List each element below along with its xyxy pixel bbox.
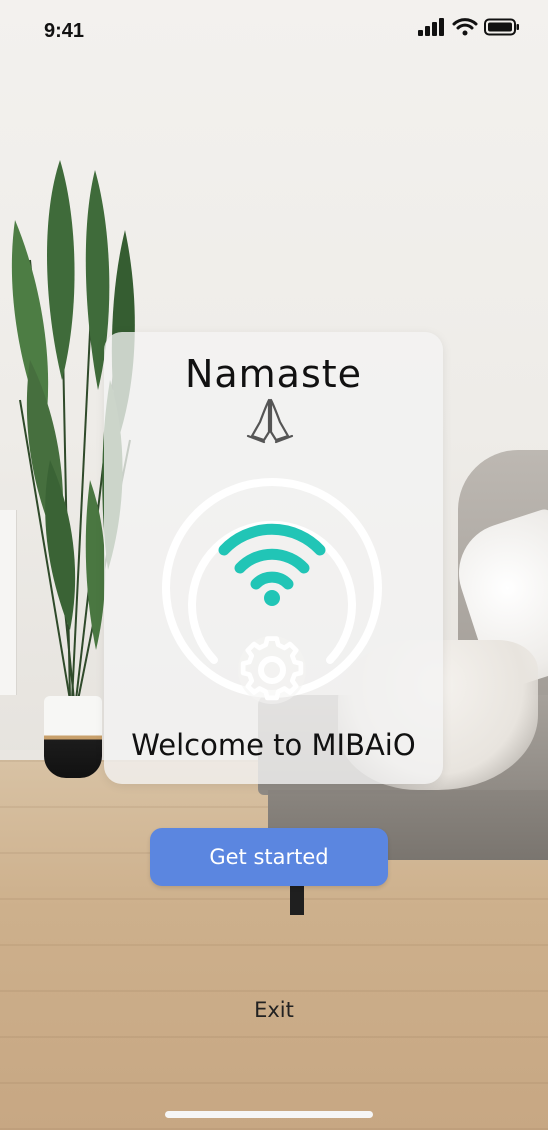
welcome-text: Welcome to MIBAiO — [131, 728, 416, 762]
status-time: 9:41 — [44, 20, 85, 42]
status-bar: 9:41 — [0, 0, 548, 62]
greeting-title: Namaste — [184, 352, 363, 396]
cellular-signal-icon — [418, 18, 444, 36]
praying-hands-icon — [246, 398, 294, 444]
wifi-icon — [218, 523, 326, 606]
plant-pot — [44, 696, 102, 778]
wifi-icon — [452, 18, 478, 36]
battery-icon — [484, 18, 519, 36]
gear-icon — [238, 636, 306, 704]
get-started-button[interactable]: Get started — [150, 828, 388, 886]
welcome-card: Namaste Welcome to MIBAiO — [104, 332, 443, 784]
wifi-setup-graphic — [162, 478, 382, 704]
home-indicator[interactable] — [165, 1111, 373, 1118]
exit-link[interactable]: Exit — [0, 998, 548, 1022]
